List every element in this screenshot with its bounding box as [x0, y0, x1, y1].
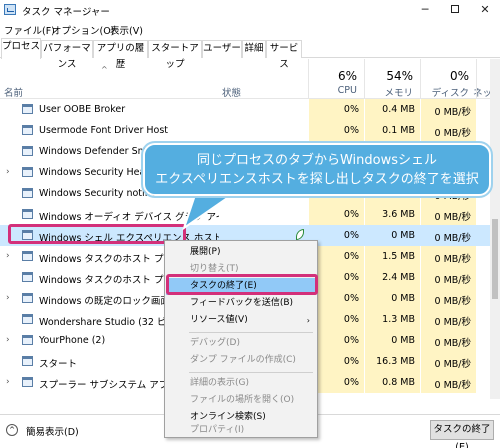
callout-line-1: 同じプロセスのタブからWindowsシェル	[196, 153, 438, 168]
callout-pointer	[182, 191, 240, 231]
callout-line-2: エクスペリエンスホストを探し出しタスクの終了を選択	[155, 172, 479, 187]
instruction-callout: 同じプロセスのタブからWindowsシェル エクスペリエンスホストを探し出しタス…	[141, 141, 493, 198]
